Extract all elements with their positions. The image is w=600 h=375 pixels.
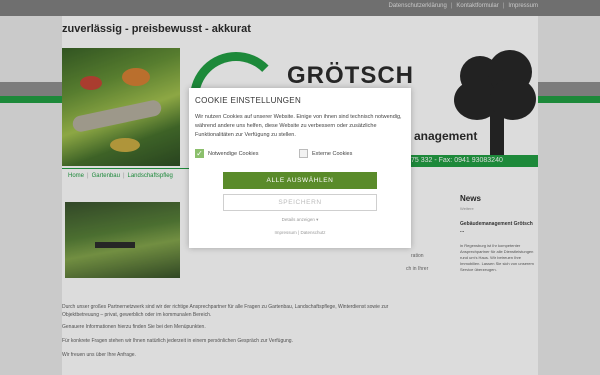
- necessary-cookies-label: Notwendige Cookies: [208, 150, 259, 157]
- cookie-footer-links: Impressum | Datenschutz: [189, 230, 411, 235]
- necessary-cookies-checkbox[interactable]: ✓: [195, 149, 204, 158]
- details-toggle[interactable]: Details anzeigen ▾: [189, 217, 411, 223]
- save-button[interactable]: SPEICHERN: [223, 194, 377, 211]
- accept-all-button[interactable]: ALLE AUSWÄHLEN: [223, 172, 377, 189]
- details-label: Details anzeigen: [281, 217, 315, 222]
- necessary-cookies-row[interactable]: ✓ Notwendige Cookies: [195, 149, 258, 158]
- external-cookies-label: Externe Cookies: [312, 150, 353, 157]
- privacy-link[interactable]: Datenschutz: [300, 230, 325, 235]
- external-cookies-row[interactable]: Externe Cookies: [299, 149, 352, 158]
- chevron-down-icon: ▾: [316, 217, 319, 222]
- cookie-modal-title: COOKIE EINSTELLUNGEN: [195, 96, 302, 105]
- external-cookies-checkbox[interactable]: [299, 149, 308, 158]
- cookie-modal-text: Wir nutzen Cookies auf unserer Website. …: [195, 114, 402, 138]
- imprint-link[interactable]: Impressum: [275, 230, 297, 235]
- cookie-modal: COOKIE EINSTELLUNGEN Wir nutzen Cookies …: [189, 88, 411, 248]
